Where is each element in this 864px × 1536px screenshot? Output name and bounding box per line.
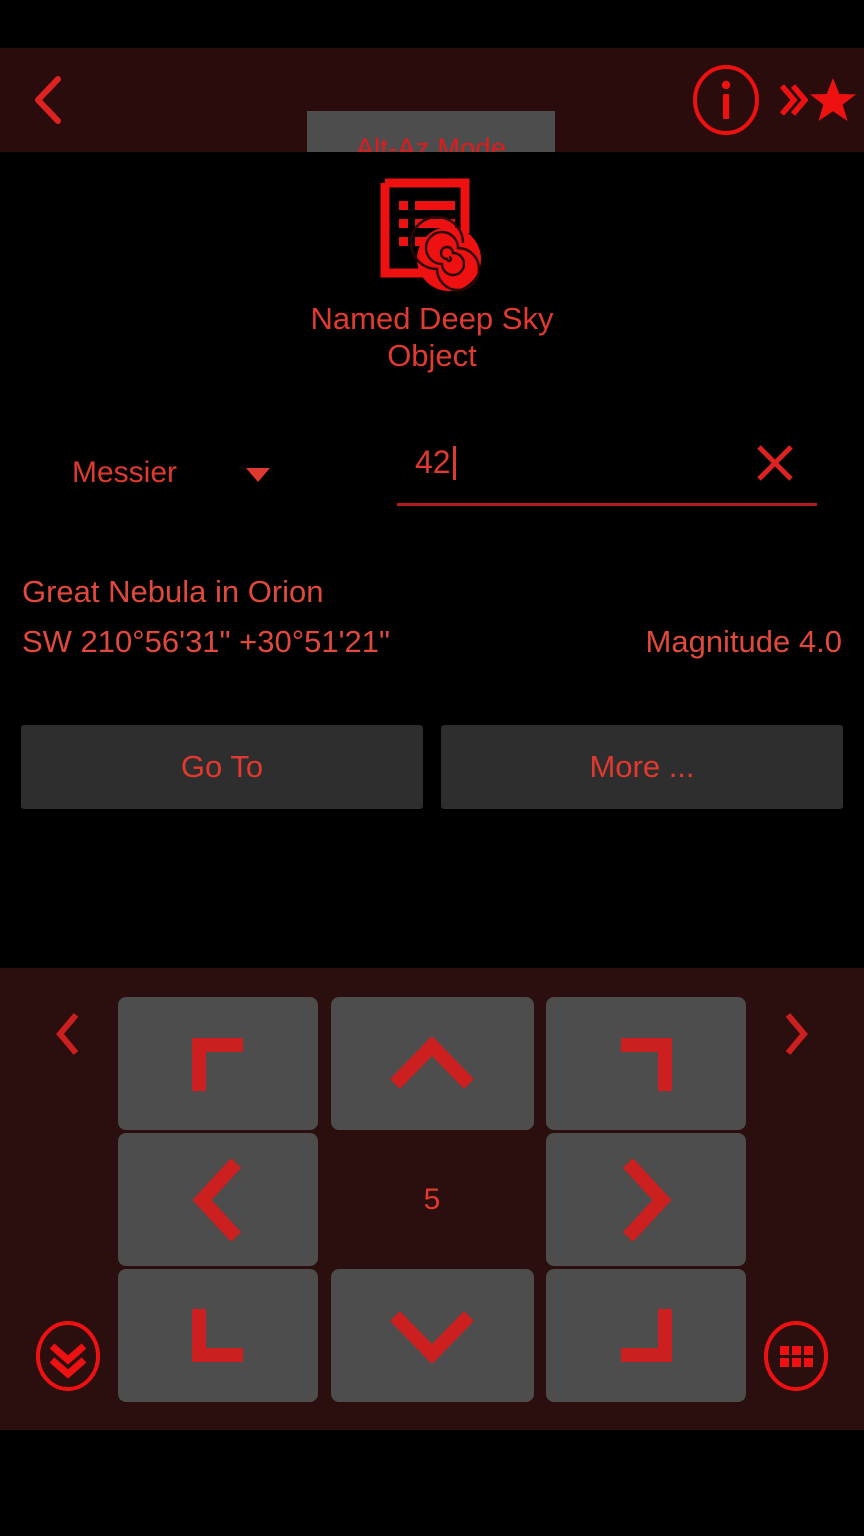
prev-page-button[interactable] [42,1006,94,1062]
result-coordinates: SW 210°56'31" +30°51'21" [22,624,391,659]
search-input[interactable]: 42 [397,440,817,506]
main-content: Named Deep Sky Object Messier 42 Great N… [0,152,864,968]
slew-speed-value: 5 [423,1182,441,1216]
named-deep-sky-object-icon [377,175,487,300]
move-up-right-button[interactable] [546,997,746,1130]
catalog-selected-label: Messier [72,456,178,489]
chevron-right-icon [781,1010,811,1058]
go-to-button[interactable]: Go To [21,725,423,809]
keypad-button[interactable] [760,1320,832,1392]
bottom-black-area [0,1430,864,1536]
action-buttons: Go To More ... [0,725,864,809]
move-up-button[interactable] [330,997,534,1130]
triangle-down-icon [244,466,272,484]
favorites-button[interactable] [778,72,858,128]
move-down-right-button[interactable] [546,1269,746,1402]
result-object-name: Great Nebula in Orion [22,574,324,609]
chevron-right-icon [618,1157,674,1243]
next-page-button[interactable] [770,1006,822,1062]
object-type-title-line1: Named Deep Sky [310,301,554,336]
corner-up-right-icon [615,1033,677,1095]
info-circle-icon [690,64,762,136]
slew-speed-indicator[interactable]: 5 [330,1133,534,1266]
text-caret [452,445,456,480]
search-input-value: 42 [415,444,451,480]
search-input-value-wrap: 42 [415,444,456,481]
status-bar [0,0,864,48]
corner-down-left-icon [187,1305,249,1367]
corner-up-left-icon [187,1033,249,1095]
close-x-icon [752,440,798,486]
app-root: Alt-Az Mode Named Deep Sky Object Messie… [0,0,864,1536]
move-down-left-button[interactable] [118,1269,318,1402]
grid-circle-icon [760,1320,832,1392]
object-type-title: Named Deep Sky Object [0,300,864,374]
object-type-title-line2: Object [387,338,477,373]
double-chevron-right-icon [778,78,808,122]
corner-down-right-icon [615,1305,677,1367]
collapse-panel-button[interactable] [32,1320,104,1392]
clear-search-button[interactable] [747,435,803,491]
telescope-control-panel: 5 [0,968,864,1430]
move-down-button[interactable] [330,1269,534,1402]
move-left-button[interactable] [118,1133,318,1266]
search-row: Messier 42 [0,440,864,516]
direction-pad: 5 [118,997,746,1403]
move-right-button[interactable] [546,1133,746,1266]
star-icon [808,75,858,125]
object-type-icon-wrap [0,167,864,307]
go-to-label: Go To [180,749,264,784]
chevron-left-icon [31,74,65,126]
chevron-down-icon [389,1308,475,1364]
result-magnitude: Magnitude 4.0 [645,624,842,659]
back-button[interactable] [22,72,74,128]
chevron-left-icon [53,1010,83,1058]
double-chevron-down-circle-icon [32,1320,104,1392]
info-button[interactable] [690,64,762,136]
chevron-up-icon [389,1035,475,1092]
chevron-left-icon [190,1157,246,1243]
more-label: More ... [589,749,695,784]
catalog-dropdown[interactable]: Messier [72,448,322,498]
top-bar: Alt-Az Mode [0,48,864,186]
more-button[interactable]: More ... [441,725,843,809]
move-up-left-button[interactable] [118,997,318,1130]
